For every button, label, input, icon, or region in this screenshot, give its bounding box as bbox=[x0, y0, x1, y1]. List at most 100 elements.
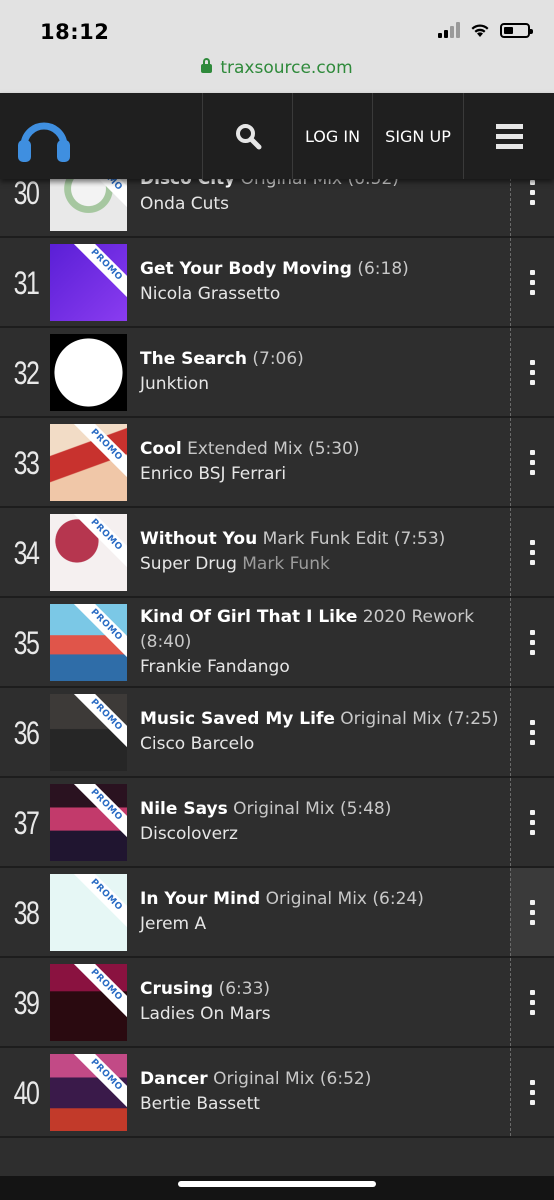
artist-line: Super Drug Mark Funk bbox=[140, 552, 504, 577]
more-options-button[interactable] bbox=[510, 238, 554, 326]
track-title[interactable]: Nile Says bbox=[140, 799, 228, 819]
track-row[interactable]: 33 PROMO Cool Extended Mix (5:30) Enrico BS… bbox=[0, 418, 554, 508]
track-title[interactable]: Kind Of Girl That I Like bbox=[140, 607, 357, 627]
artist-line: Nicola Grassetto bbox=[140, 282, 504, 307]
promo-ribbon: PROMO bbox=[73, 964, 127, 1019]
track-row[interactable]: 35 PROMO Kind Of Girl That I Like 2020 Rew… bbox=[0, 598, 554, 688]
promo-ribbon: PROMO bbox=[73, 604, 127, 659]
title-line: The Search (7:06) bbox=[140, 347, 504, 372]
search-button[interactable] bbox=[202, 93, 292, 179]
battery-icon bbox=[500, 22, 533, 38]
more-options-button[interactable] bbox=[510, 328, 554, 416]
track-mix: Original Mix bbox=[340, 709, 442, 729]
track-artist[interactable]: Discoloverz bbox=[140, 824, 238, 844]
track-rank: 37 bbox=[13, 804, 40, 841]
track-title[interactable]: Crusing bbox=[140, 979, 213, 999]
track-row[interactable]: 38 PROMO In Your Mind Original Mix (6:24) J… bbox=[0, 868, 554, 958]
track-row[interactable]: 40 PROMO Dancer Original Mix (6:52) Bertie … bbox=[0, 1048, 554, 1138]
vertical-dots-icon bbox=[530, 269, 535, 295]
artist-line: Bertie Bassett bbox=[140, 1092, 504, 1117]
status-icons bbox=[438, 22, 533, 38]
track-title[interactable]: Without You bbox=[140, 529, 257, 549]
traxsource-logo[interactable] bbox=[0, 93, 202, 179]
title-line: Without You Mark Funk Edit (7:53) bbox=[140, 527, 504, 552]
more-options-button[interactable] bbox=[510, 598, 554, 686]
cover-art[interactable]: PROMO bbox=[50, 694, 127, 771]
track-row[interactable]: 36 PROMO Music Saved My Life Original Mix … bbox=[0, 688, 554, 778]
track-row[interactable]: 39 PROMO Crusing (6:33) Ladies On Mars bbox=[0, 958, 554, 1048]
track-info: Nile Says Original Mix (5:48) Discoloverz bbox=[140, 778, 504, 866]
track-title[interactable]: Get Your Body Moving bbox=[140, 259, 352, 279]
track-rank: 32 bbox=[13, 354, 40, 391]
more-options-button[interactable] bbox=[510, 418, 554, 506]
promo-ribbon: PROMO bbox=[73, 1054, 127, 1109]
track-rank: 33 bbox=[13, 444, 40, 481]
track-row[interactable]: 34 PROMO Without You Mark Funk Edit (7:53)… bbox=[0, 508, 554, 598]
home-indicator[interactable] bbox=[178, 1181, 376, 1187]
artist-line: Onda Cuts bbox=[140, 192, 504, 217]
login-button[interactable]: LOG IN bbox=[292, 93, 372, 179]
artist-line: Junktion bbox=[140, 372, 504, 397]
cellular-signal-icon bbox=[438, 22, 460, 38]
more-options-button[interactable] bbox=[510, 508, 554, 596]
track-title[interactable]: Music Saved My Life bbox=[140, 709, 335, 729]
track-artist[interactable]: Frankie Fandango bbox=[140, 657, 290, 677]
track-row[interactable]: 32 The Search (7:06) Junktion bbox=[0, 328, 554, 418]
cover-art[interactable]: PROMO bbox=[50, 1054, 127, 1131]
track-title[interactable]: Cool bbox=[140, 439, 182, 459]
cover-art[interactable]: PROMO bbox=[50, 514, 127, 591]
track-remixer[interactable]: Mark Funk bbox=[242, 554, 330, 574]
more-options-button[interactable] bbox=[510, 1048, 554, 1136]
track-mix: Original Mix bbox=[233, 799, 335, 819]
track-title[interactable]: In Your Mind bbox=[140, 889, 260, 909]
more-options-button[interactable] bbox=[510, 778, 554, 866]
vertical-dots-icon bbox=[530, 539, 535, 565]
cover-art[interactable]: PROMO bbox=[50, 874, 127, 951]
track-info: Dancer Original Mix (6:52) Bertie Bassett bbox=[140, 1048, 504, 1136]
track-artist[interactable]: Enrico BSJ Ferrari bbox=[140, 464, 286, 484]
track-row[interactable]: 37 PROMO Nile Says Original Mix (5:48) Disc… bbox=[0, 778, 554, 868]
track-rank: 36 bbox=[13, 714, 40, 751]
track-duration: (7:53) bbox=[393, 529, 446, 549]
vertical-dots-icon bbox=[530, 989, 535, 1015]
track-info: In Your Mind Original Mix (6:24) Jerem A bbox=[140, 868, 504, 956]
url-bar[interactable]: traxsource.com bbox=[0, 58, 554, 82]
track-artist[interactable]: Nicola Grassetto bbox=[140, 284, 280, 304]
more-options-button[interactable] bbox=[510, 868, 554, 956]
track-row[interactable]: 31 PROMO Get Your Body Moving (6:18) Nicola… bbox=[0, 238, 554, 328]
track-mix: Original Mix bbox=[265, 889, 367, 909]
cover-art[interactable]: PROMO bbox=[50, 964, 127, 1041]
menu-button[interactable] bbox=[463, 93, 554, 179]
site-header: LOG IN SIGN UP bbox=[0, 93, 554, 179]
artist-line: Ladies On Mars bbox=[140, 1002, 504, 1027]
cover-art[interactable]: PROMO bbox=[50, 244, 127, 321]
track-artist[interactable]: Cisco Barcelo bbox=[140, 734, 254, 754]
cover-art[interactable]: PROMO bbox=[50, 424, 127, 501]
signup-button[interactable]: SIGN UP bbox=[372, 93, 463, 179]
track-artist[interactable]: Onda Cuts bbox=[140, 194, 229, 214]
promo-ribbon: PROMO bbox=[73, 244, 127, 299]
vertical-dots-icon bbox=[530, 719, 535, 745]
artist-line: Cisco Barcelo bbox=[140, 732, 504, 757]
vertical-dots-icon bbox=[530, 899, 535, 925]
track-title[interactable]: Dancer bbox=[140, 1069, 208, 1089]
lock-icon bbox=[201, 58, 213, 73]
track-artist[interactable]: Jerem A bbox=[140, 914, 206, 934]
cover-art[interactable] bbox=[50, 334, 127, 411]
track-duration: (7:06) bbox=[252, 349, 304, 369]
more-options-button[interactable] bbox=[510, 688, 554, 776]
track-duration: (5:30) bbox=[308, 439, 360, 459]
cover-art[interactable]: PROMO bbox=[50, 604, 127, 681]
track-list: 30PROMODisco City Original Mix (6:52)Ond… bbox=[0, 148, 554, 1138]
title-line: Cool Extended Mix (5:30) bbox=[140, 437, 504, 462]
cover-art[interactable]: PROMO bbox=[50, 784, 127, 861]
more-options-button[interactable] bbox=[510, 958, 554, 1046]
title-line: In Your Mind Original Mix (6:24) bbox=[140, 887, 504, 912]
track-artist[interactable]: Ladies On Mars bbox=[140, 1004, 271, 1024]
track-artist[interactable]: Bertie Bassett bbox=[140, 1094, 260, 1114]
track-artist[interactable]: Super Drug bbox=[140, 554, 237, 574]
track-rank: 31 bbox=[13, 264, 40, 301]
track-title[interactable]: The Search bbox=[140, 349, 247, 369]
track-artist[interactable]: Junktion bbox=[140, 374, 209, 394]
vertical-dots-icon bbox=[530, 629, 535, 655]
